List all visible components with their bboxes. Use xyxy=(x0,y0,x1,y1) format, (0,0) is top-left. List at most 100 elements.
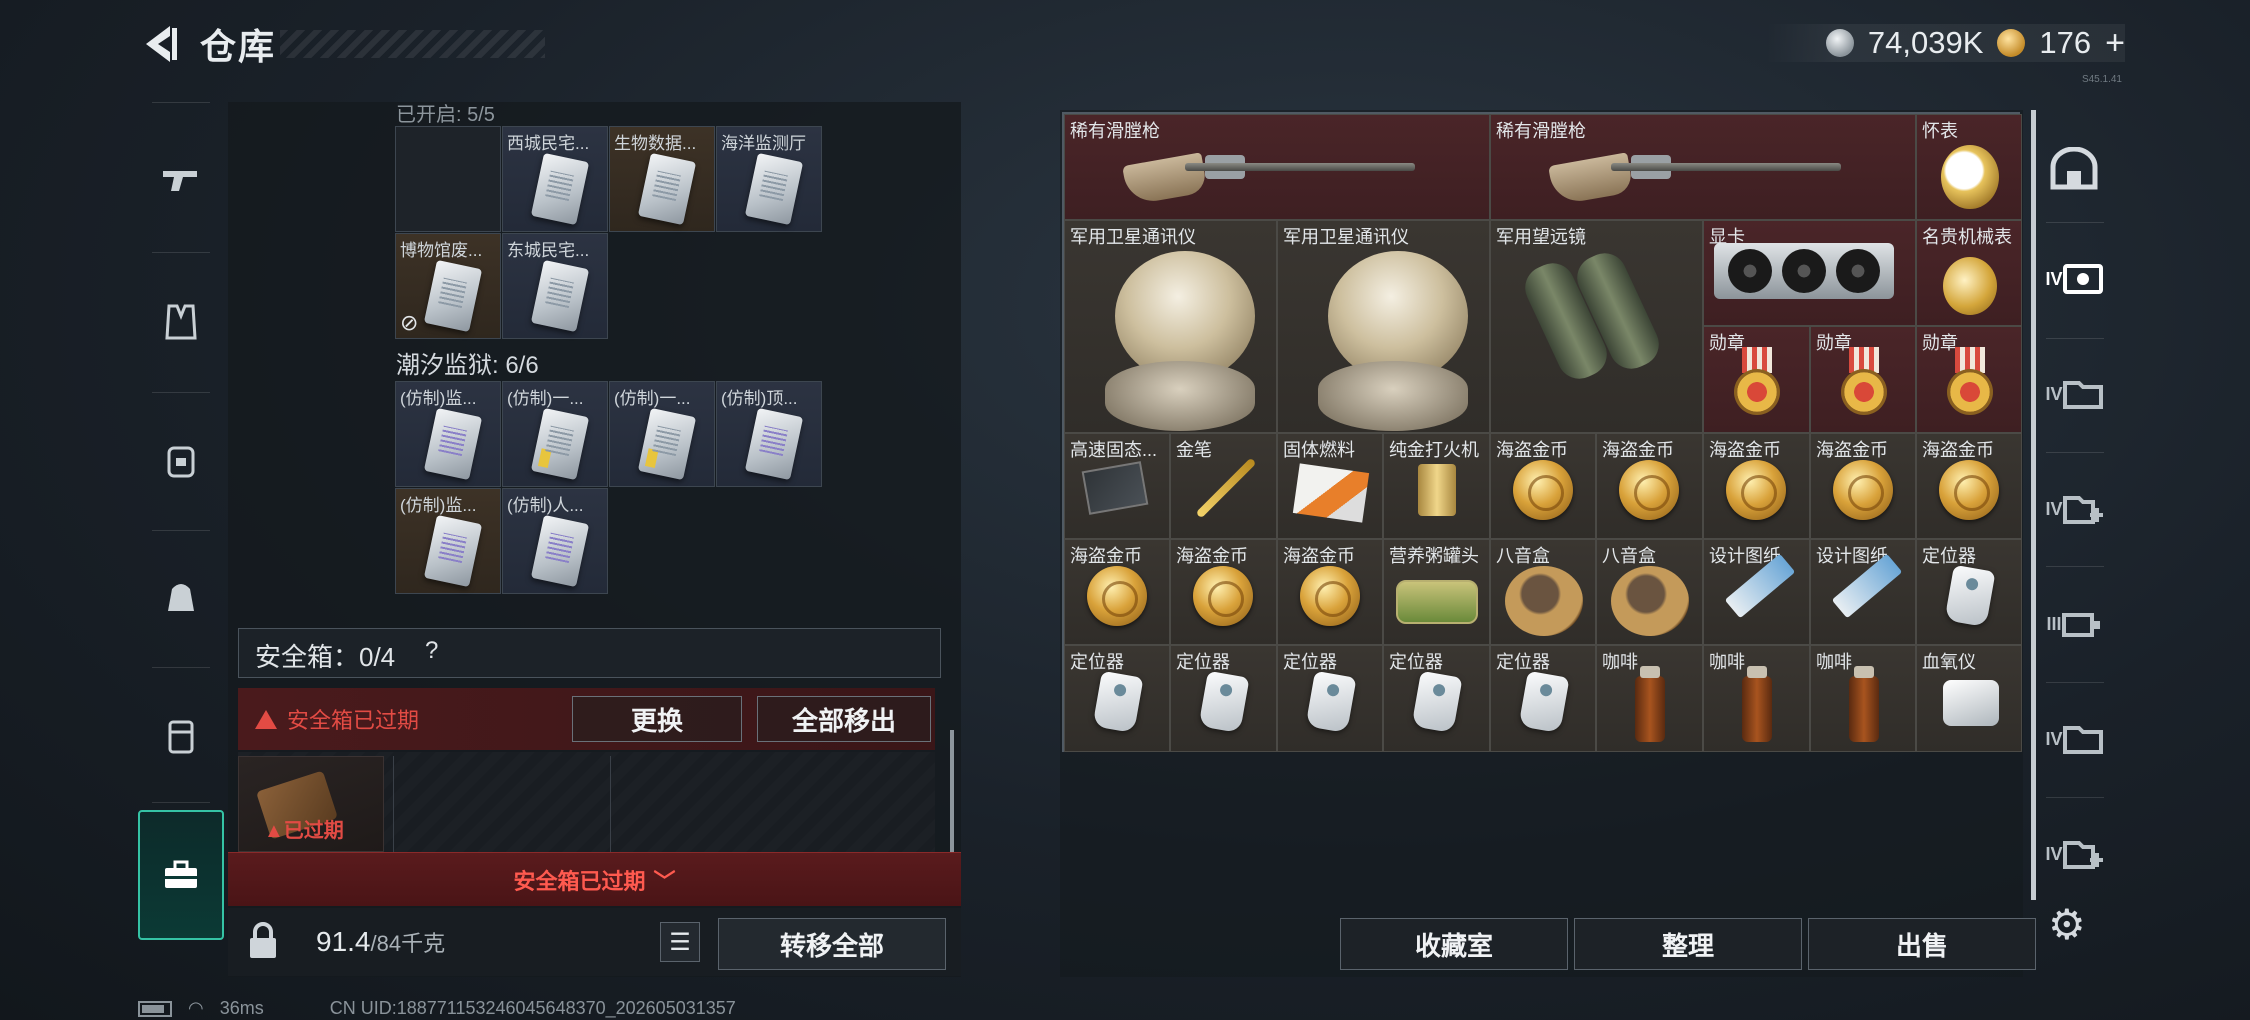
inventory-item[interactable]: 定位器 xyxy=(1170,645,1277,752)
inventory-item[interactable]: 设计图纸 xyxy=(1810,539,1916,645)
silver-coin-icon xyxy=(1825,29,1854,57)
replica-key-slot[interactable]: (仿制)一... xyxy=(502,381,608,487)
replace-button[interactable]: 更换 xyxy=(572,696,742,742)
help-icon[interactable]: ? xyxy=(425,637,438,665)
replica-key-slot[interactable]: (仿制)人... xyxy=(502,488,608,594)
inventory-item[interactable]: 营养粥罐头 xyxy=(1383,539,1490,645)
inventory-item[interactable]: 定位器 xyxy=(1064,645,1170,752)
inventory-item[interactable]: 稀有滑膛枪 xyxy=(1490,114,1916,220)
inventory-item[interactable]: 咖啡 xyxy=(1810,645,1916,752)
inventory-item[interactable]: 海盗金币 xyxy=(1916,433,2022,539)
inventory-item[interactable]: 金笔 xyxy=(1170,433,1277,539)
pirate-coin-icon xyxy=(1833,460,1893,520)
key-slot-empty[interactable] xyxy=(395,126,501,232)
back-arrow-icon[interactable] xyxy=(138,22,178,66)
graphics-card-icon xyxy=(1714,243,1894,299)
safe-box-icon[interactable] xyxy=(138,810,224,940)
key-card-slot[interactable]: 西城民宅... xyxy=(502,126,608,232)
left-scrollbar[interactable] xyxy=(950,730,954,852)
sidebar-divider xyxy=(2046,338,2104,339)
inventory-item[interactable]: 军用卫星通讯仪 xyxy=(1277,220,1490,433)
inventory-item[interactable]: 稀有滑膛枪 xyxy=(1064,114,1490,220)
tier4-add-icon[interactable]: IV xyxy=(2040,475,2108,543)
binoculars-icon xyxy=(1517,246,1667,401)
inventory-item[interactable]: 定位器 xyxy=(1916,539,2022,645)
inventory-item[interactable]: 海盗金币 xyxy=(1703,433,1810,539)
room-icon[interactable] xyxy=(2040,135,2108,203)
inventory-item[interactable]: 咖啡 xyxy=(1596,645,1703,752)
vest-icon[interactable] xyxy=(138,282,224,362)
sidebar-divider xyxy=(2046,222,2104,223)
inventory-item[interactable]: 固体燃料 xyxy=(1277,433,1383,539)
inventory-item[interactable]: 勋章 xyxy=(1703,326,1810,433)
replica-key-slot[interactable]: (仿制)监... xyxy=(395,381,501,487)
inventory-item[interactable]: 海盗金币 xyxy=(1064,539,1170,645)
sidebar-divider xyxy=(152,802,210,803)
inventory-item[interactable]: 海盗金币 xyxy=(1596,433,1703,539)
ssd-icon xyxy=(1081,461,1149,515)
inventory-item[interactable]: 血氧仪 xyxy=(1916,645,2022,752)
inventory-item[interactable]: 名贵机械表 xyxy=(1916,220,2022,326)
inventory-item[interactable]: 怀表 xyxy=(1916,114,2022,220)
bag-icon[interactable] xyxy=(138,557,224,637)
porridge-can-icon xyxy=(1396,580,1478,624)
replica-card-icon xyxy=(744,407,804,481)
key-card-icon xyxy=(637,152,697,226)
inventory-item[interactable]: 咖啡 xyxy=(1703,645,1810,752)
replica-card-icon xyxy=(637,407,697,481)
inventory-item[interactable]: 勋章 xyxy=(1810,326,1916,433)
currency-bar: 74,039K 176 + xyxy=(1765,24,2125,63)
tier4-folder-icon[interactable]: IV xyxy=(2040,360,2108,428)
inventory-item[interactable]: 定位器 xyxy=(1490,645,1596,752)
pistol-icon[interactable] xyxy=(138,140,224,220)
remove-all-button[interactable]: 全部移出 xyxy=(757,696,931,742)
key-card-slot[interactable]: 东城民宅... xyxy=(502,233,608,339)
inventory-item[interactable]: 海盗金币 xyxy=(1277,539,1383,645)
musket-icon xyxy=(1548,145,1841,206)
locator-icon xyxy=(1944,564,1996,628)
sell-button[interactable]: 出售 xyxy=(1808,918,2036,970)
backpack-icon[interactable] xyxy=(138,420,224,500)
gold-pen-icon xyxy=(1195,457,1257,519)
right-scrollbar[interactable] xyxy=(2031,110,2036,900)
lock-icon[interactable] xyxy=(246,922,280,960)
inventory-item[interactable]: 军用望远镜 xyxy=(1490,220,1703,433)
add-gold-button[interactable]: + xyxy=(2105,24,2125,63)
replica-key-slot[interactable]: (仿制)顶... xyxy=(716,381,822,487)
key-card-slot[interactable]: 生物数据... xyxy=(609,126,715,232)
inventory-item[interactable]: 纯金打火机 xyxy=(1383,433,1490,539)
inventory-item[interactable]: 高速固态... xyxy=(1064,433,1170,539)
organize-button[interactable]: 整理 xyxy=(1574,918,1802,970)
tier4-add-icon-2[interactable]: IV xyxy=(2040,820,2108,888)
inventory-grid: 稀有滑膛枪 稀有滑膛枪 怀表 军用卫星通讯仪 军用卫星通讯仪 军用望远镜 显卡 … xyxy=(1062,112,2022,752)
inventory-item[interactable]: 海盗金币 xyxy=(1810,433,1916,539)
inventory-item[interactable]: 八音盒 xyxy=(1596,539,1703,645)
replica-card-icon xyxy=(530,407,590,481)
settings-gear-icon[interactable]: ⚙ xyxy=(2048,900,2086,949)
replica-key-slot[interactable]: (仿制)监... xyxy=(395,488,501,594)
inventory-item[interactable]: 显卡 xyxy=(1703,220,1916,326)
inventory-item[interactable]: 军用卫星通讯仪 xyxy=(1064,220,1277,433)
inventory-item[interactable]: 海盗金币 xyxy=(1170,539,1277,645)
pirate-coin-icon xyxy=(1939,460,1999,520)
key-card-slot[interactable]: 海洋监测厅 xyxy=(716,126,822,232)
inventory-item[interactable]: 定位器 xyxy=(1383,645,1490,752)
replica-key-slot[interactable]: (仿制)一... xyxy=(609,381,715,487)
status-bar: ◠ 36ms CN UID:188771153246045648370_2026… xyxy=(138,998,736,1019)
collection-room-button[interactable]: 收藏室 xyxy=(1340,918,1568,970)
ping-text: 36ms xyxy=(219,998,264,1018)
inventory-item[interactable]: 八音盒 xyxy=(1490,539,1596,645)
warning-icon xyxy=(255,709,277,729)
inventory-item[interactable]: 勋章 xyxy=(1916,326,2022,433)
tier4-folder-icon-2[interactable]: IV xyxy=(2040,705,2108,773)
expired-banner[interactable]: 安全箱已过期 ﹀ xyxy=(228,852,961,906)
tier3-machine-icon[interactable]: III xyxy=(2040,590,2108,658)
armor-icon[interactable] xyxy=(138,696,224,776)
inventory-item[interactable]: 海盗金币 xyxy=(1490,433,1596,539)
prison-section-label: 潮汐监狱: 6/6 xyxy=(396,352,539,379)
tier4-safe-icon[interactable]: IV xyxy=(2040,245,2108,313)
inventory-item[interactable]: 定位器 xyxy=(1277,645,1383,752)
list-icon[interactable]: ☰ xyxy=(660,922,700,962)
transfer-all-button[interactable]: 转移全部 xyxy=(718,918,946,970)
inventory-item[interactable]: 设计图纸 xyxy=(1703,539,1810,645)
